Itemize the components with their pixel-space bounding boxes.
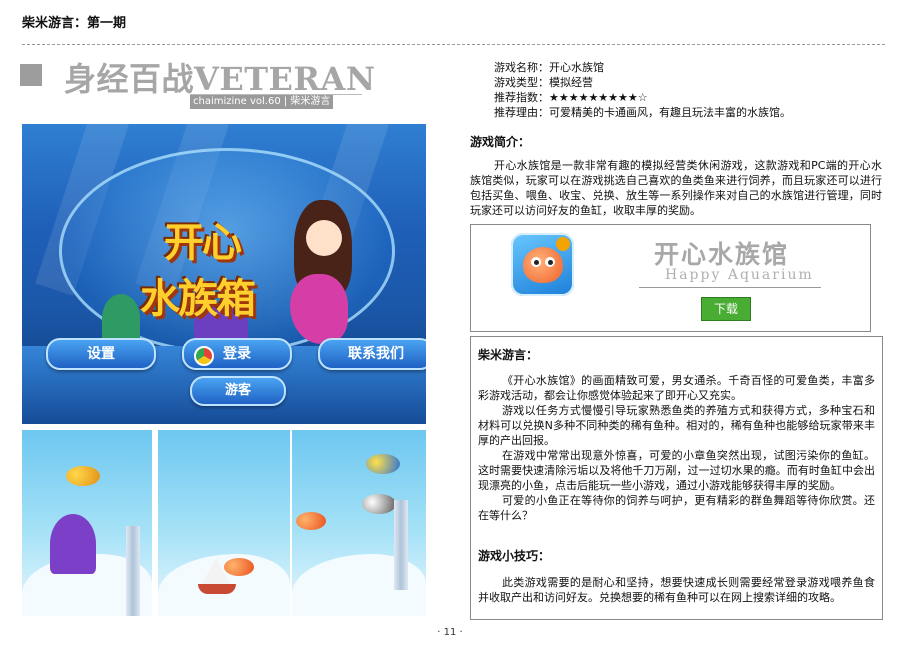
review-body: 《开心水族馆》的画面精致可爱，男女通杀。千奇百怪的可爱鱼类，丰富多彩游戏活动，都… [478, 373, 875, 523]
clownfish-icon [523, 247, 563, 283]
fish-eye-icon [545, 257, 555, 267]
clownfish-icon [296, 512, 326, 530]
tips-text: 此类游戏需要的是耐心和坚持，想要快速成长则需要经常登录游戏喂养鱼食并收取产出和访… [478, 576, 875, 604]
browser-icon [194, 346, 214, 366]
game-info: 游戏名称：开心水族馆 游戏类型：模拟经营 推荐指数：★★★★★★★★★☆ 推荐理… [494, 60, 791, 120]
issue-header: 柴米游言：第一期 [22, 16, 127, 31]
page-number: · 11 · [437, 627, 463, 638]
ruin-pillar-icon [126, 526, 140, 616]
clownfish-icon [224, 558, 254, 576]
review-paragraph: 可爱的小鱼正在等待你的饲养与呵护，更有精彩的群鱼舞蹈等待你欣赏。还在等什么？ [478, 494, 875, 522]
column-subtitle: chaimizine vol.60 | 柴米游言 [190, 95, 334, 109]
game-logo-line2: 水族箱 [140, 276, 256, 322]
app-title: 开心水族馆 [654, 240, 790, 269]
header-divider [22, 44, 885, 45]
review-paragraph: 游戏以任务方式慢慢引导玩家熟悉鱼类的养殖方式和获得方式，多种宝石和材料可以兑换N… [478, 404, 875, 447]
title-square-icon [20, 64, 42, 86]
intro-text: 开心水族馆是一款非常有趣的模拟经营类休闲游戏，这款游戏和PC端的开心水族馆类似，… [470, 159, 882, 217]
game-type: 游戏类型：模拟经营 [494, 76, 593, 89]
review-box: 柴米游言： 《开心水族馆》的画面精致可爱，男女通杀。千奇百怪的可爱鱼类，丰富多彩… [470, 336, 883, 620]
download-button[interactable]: 下载 [701, 297, 751, 321]
tips-heading: 游戏小技巧： [478, 549, 551, 563]
mermaid-face-icon [306, 220, 342, 256]
fish-icon [366, 454, 400, 474]
settings-button[interactable]: 设置 [46, 338, 156, 370]
app-card: 开心水族馆 Happy Aquarium 下载 [470, 224, 871, 332]
sailboat-hull-icon [198, 584, 236, 594]
game-logo-line1: 开心 [164, 220, 242, 266]
coral-icon [102, 294, 140, 342]
game-title-screenshot: 开心 水族箱 设置 登录 联系我们 游客 [22, 124, 426, 424]
login-label: 登录 [223, 346, 251, 362]
review-paragraph: 《开心水族馆》的画面精致可爱，男女通杀。千奇百怪的可爱鱼类，丰富多彩游戏活动，都… [478, 374, 875, 402]
fish-icon [66, 466, 100, 486]
clownfish-app-icon [511, 233, 574, 296]
guest-button[interactable]: 游客 [190, 376, 286, 406]
app-subtitle: Happy Aquarium [665, 267, 814, 283]
review-heading: 柴米游言： [478, 348, 539, 362]
ruin-pillar-icon [394, 500, 408, 590]
fish-icon [362, 494, 396, 514]
contact-us-button[interactable]: 联系我们 [318, 338, 426, 370]
gameplay-screenshot [158, 430, 290, 616]
game-reason: 推荐理由：可爱精美的卡通画风，有趣且玩法丰富的水族馆。 [494, 106, 791, 119]
review-paragraph: 在游戏中常常出现意外惊喜，可爱的小章鱼突然出现，试图污染你的鱼缸。这时需要快速清… [478, 449, 875, 492]
login-button[interactable]: 登录 [182, 338, 292, 370]
app-divider [639, 287, 821, 288]
intro-heading: 游戏简介： [470, 135, 531, 149]
coral-icon [50, 514, 96, 574]
gameplay-screenshot [292, 430, 426, 616]
fish-eye-icon [531, 257, 541, 267]
game-name: 游戏名称：开心水族馆 [494, 61, 604, 74]
gameplay-screenshot [22, 430, 152, 616]
badge-icon [556, 237, 570, 251]
game-rating: 推荐指数：★★★★★★★★★☆ [494, 91, 648, 104]
